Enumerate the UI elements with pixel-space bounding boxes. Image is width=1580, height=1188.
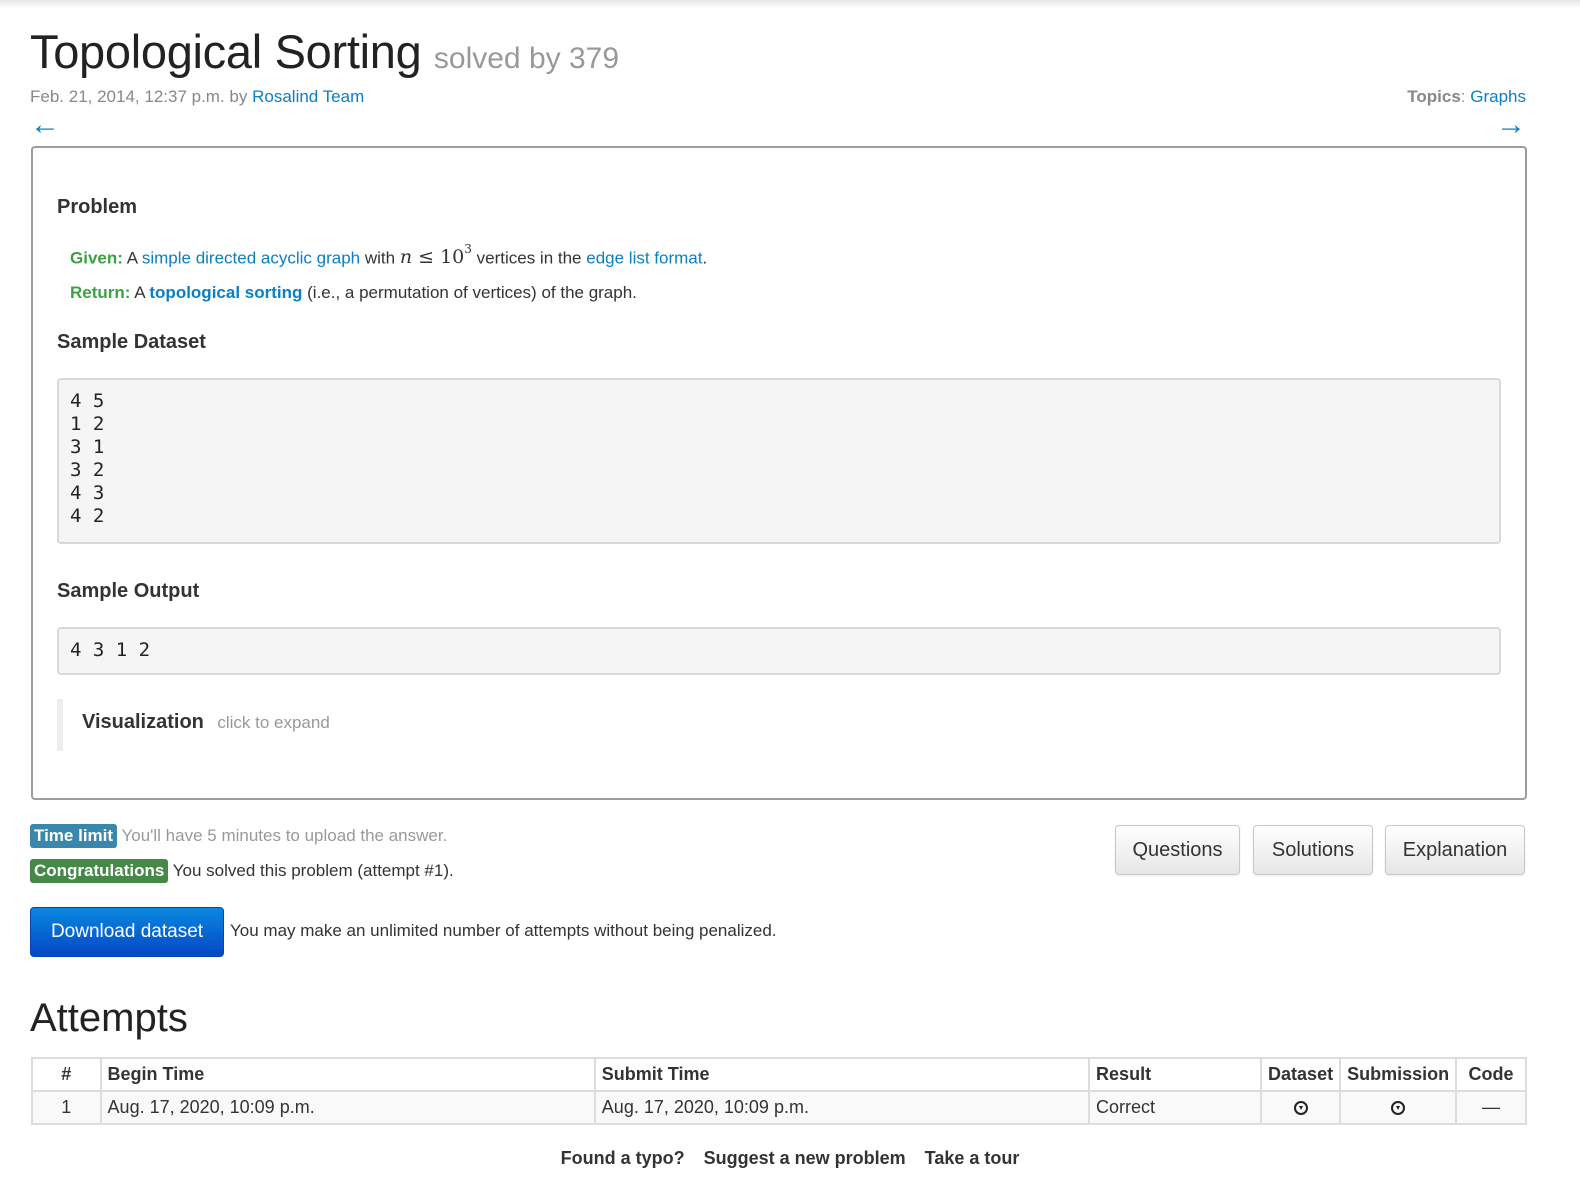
edge-list-link[interactable]: edge list format <box>586 248 702 267</box>
attempt-submit-time: Aug. 17, 2020, 10:09 p.m. <box>593 1090 1091 1125</box>
problem-box: Problem Given: A simple directed acyclic… <box>31 146 1527 800</box>
download-dataset-button[interactable]: Download dataset <box>30 907 224 957</box>
topics-separator: : <box>1460 87 1466 106</box>
congrats-text: You solved this problem (attempt #1). <box>172 861 454 880</box>
questions-button[interactable]: Questions <box>1115 825 1240 875</box>
prev-problem-arrow-icon[interactable]: ← <box>30 110 60 140</box>
footer-links: Found a typo? Suggest a new problem Take… <box>0 1148 1580 1169</box>
congrats-row: Congratulations You solved this problem … <box>30 859 454 883</box>
topics-label: Topics <box>1407 87 1461 106</box>
visualization-toggle[interactable]: Visualization click to expand <box>57 699 330 751</box>
take-tour-link[interactable]: Take a tour <box>925 1148 1020 1168</box>
return-text-rest: (i.e., a permutation of vertices) of the… <box>307 283 637 302</box>
attempt-result: Correct <box>1088 1090 1263 1125</box>
return-label: Return: <box>70 283 131 302</box>
given-text-end: . <box>702 248 708 268</box>
problem-heading: Problem <box>57 196 138 218</box>
given-text-mid: vertices in the <box>476 248 582 268</box>
column-header-result: Result <box>1088 1057 1263 1092</box>
found-typo-link[interactable]: Found a typo? <box>561 1148 685 1168</box>
sample-output-block: 4 3 1 2 <box>57 627 1501 675</box>
attempts-table: # Begin Time Submit Time Result Dataset … <box>31 1057 1527 1125</box>
math-exp: 3 <box>464 242 472 256</box>
given-text-with: with <box>364 248 396 268</box>
download-submission-icon[interactable] <box>1391 1101 1406 1116</box>
given-statement: Given: A simple directed acyclic graph w… <box>70 242 708 269</box>
column-header-dataset: Dataset <box>1260 1057 1342 1092</box>
problem-meta: Feb. 21, 2014, 12:37 p.m. by Rosalind Te… <box>30 87 364 107</box>
given-text-a: A <box>126 248 138 268</box>
given-label: Given: <box>70 248 123 268</box>
sample-dataset-block: 4 5 1 2 3 1 3 2 4 3 4 2 <box>57 378 1501 544</box>
table-row: 1 Aug. 17, 2020, 10:09 p.m. Aug. 17, 202… <box>31 1090 1527 1125</box>
math-n: n <box>399 246 413 269</box>
congrats-badge: Congratulations <box>30 859 169 883</box>
page-title: Topological Sorting <box>30 25 422 78</box>
time-limit-text: You'll have 5 minutes to upload the answ… <box>121 826 448 845</box>
math-expression: n ≤ 103 <box>399 242 472 269</box>
download-note: You may make an unlimited number of atte… <box>230 921 777 940</box>
topics: Topics: Graphs <box>1407 87 1526 107</box>
publish-date: Feb. 21, 2014, 12:37 p.m. by <box>30 87 248 106</box>
solutions-button[interactable]: Solutions <box>1253 825 1373 875</box>
return-text-a: A <box>134 283 145 302</box>
dag-link[interactable]: simple directed acyclic graph <box>142 248 360 267</box>
topological-sorting-link[interactable]: topological sorting <box>149 283 302 302</box>
attempt-submission-cell <box>1339 1090 1458 1125</box>
topic-link-graphs[interactable]: Graphs <box>1470 87 1526 106</box>
solved-count: solved by 379 <box>433 42 620 75</box>
column-header-submit-time: Submit Time <box>593 1057 1091 1092</box>
column-header-submission: Submission <box>1339 1057 1458 1092</box>
author-link[interactable]: Rosalind Team <box>252 87 364 106</box>
visualization-hint: click to expand <box>217 713 330 732</box>
time-limit-badge: Time limit <box>30 824 118 848</box>
sample-dataset-heading: Sample Dataset <box>57 331 206 353</box>
time-limit-row: Time limit You'll have 5 minutes to uplo… <box>30 824 447 848</box>
page-header: Topological Sorting solved by 379 <box>30 24 619 79</box>
return-statement: Return: A topological sorting (i.e., a p… <box>70 283 637 303</box>
sample-output-heading: Sample Output <box>57 580 200 602</box>
attempt-begin-time: Aug. 17, 2020, 10:09 p.m. <box>99 1090 596 1125</box>
table-header-row: # Begin Time Submit Time Result Dataset … <box>31 1057 1527 1092</box>
attempt-dataset-cell <box>1260 1090 1342 1125</box>
column-header-code: Code <box>1455 1057 1527 1092</box>
next-problem-arrow-icon[interactable]: → <box>1496 110 1526 140</box>
attempts-heading: Attempts <box>30 996 188 1040</box>
column-header-begin-time: Begin Time <box>99 1057 596 1092</box>
download-dataset-icon[interactable] <box>1293 1101 1308 1116</box>
attempt-code: — <box>1455 1090 1527 1125</box>
top-shadow <box>0 0 1580 8</box>
column-header-number: # <box>31 1057 102 1092</box>
math-le: ≤ 10 <box>418 246 465 269</box>
suggest-problem-link[interactable]: Suggest a new problem <box>704 1148 906 1168</box>
explanation-button[interactable]: Explanation <box>1385 825 1525 875</box>
attempt-number: 1 <box>31 1090 102 1125</box>
visualization-title: Visualization <box>82 711 204 733</box>
